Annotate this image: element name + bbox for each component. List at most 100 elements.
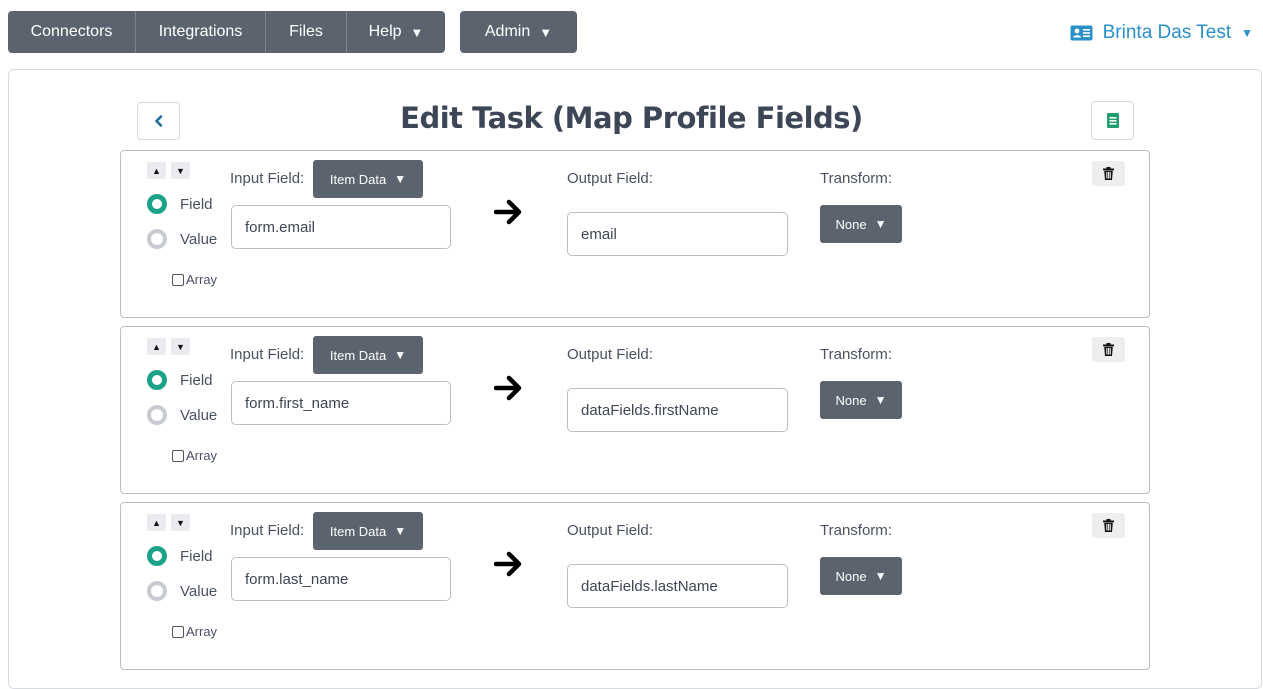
caret-down-icon: ▼ xyxy=(539,24,553,40)
user-menu[interactable]: Brinta Das Test ▼ xyxy=(1070,22,1253,44)
caret-down-icon: ▼ xyxy=(394,172,407,186)
arrow-right-icon xyxy=(494,551,522,577)
nav-help-label: Help xyxy=(368,23,402,40)
arrow-right-icon xyxy=(494,199,522,225)
transform-value: None xyxy=(835,568,867,584)
field-radio-label: Field xyxy=(180,195,213,213)
delete-button[interactable] xyxy=(1092,513,1125,538)
value-radio-label: Value xyxy=(180,406,218,424)
output-field-input[interactable] xyxy=(567,212,788,256)
input-source-dropdown[interactable]: Item Data ▼ xyxy=(313,336,423,374)
transform-dropdown[interactable]: None ▼ xyxy=(820,381,902,419)
mapping-row: ▲ ▼ Field Value Array Input Field: Item … xyxy=(120,502,1150,670)
nav-connectors[interactable]: Connectors xyxy=(8,11,136,53)
move-down-button[interactable]: ▼ xyxy=(171,514,190,531)
output-field-input[interactable] xyxy=(567,388,788,432)
input-source-dropdown[interactable]: Item Data ▼ xyxy=(313,160,423,198)
caret-down-icon: ▼ xyxy=(410,24,424,40)
transform-dropdown[interactable]: None ▼ xyxy=(820,205,902,243)
transform-label: Transform: xyxy=(820,170,892,187)
input-field-input[interactable] xyxy=(231,381,451,425)
radio-selected-icon xyxy=(147,370,167,390)
field-radio[interactable]: Field xyxy=(147,546,213,566)
array-checkbox[interactable]: Array xyxy=(172,272,217,287)
caret-down-icon: ▼ xyxy=(176,165,185,176)
array-checkbox[interactable]: Array xyxy=(172,448,217,463)
nav-files[interactable]: Files xyxy=(266,11,347,53)
transform-dropdown[interactable]: None ▼ xyxy=(820,557,902,595)
radio-unselected-icon xyxy=(147,581,167,601)
move-up-button[interactable]: ▲ xyxy=(147,338,166,355)
output-field-input[interactable] xyxy=(567,564,788,608)
transform-label: Transform: xyxy=(820,522,892,539)
id-card-icon xyxy=(1070,25,1093,41)
radio-unselected-icon xyxy=(147,229,167,249)
input-source-dropdown[interactable]: Item Data ▼ xyxy=(313,512,423,550)
trash-icon xyxy=(1103,167,1114,180)
main-nav: Connectors Integrations Files Help ▼ xyxy=(8,11,445,53)
input-field-label: Input Field: xyxy=(230,170,305,187)
transform-value: None xyxy=(835,392,867,408)
caret-up-icon: ▲ xyxy=(152,517,161,528)
radio-unselected-icon xyxy=(147,405,167,425)
move-up-button[interactable]: ▲ xyxy=(147,514,166,531)
input-field-label: Input Field: xyxy=(230,346,305,363)
radio-selected-icon xyxy=(147,546,167,566)
checkbox-icon xyxy=(172,625,184,638)
page-title: Edit Task (Map Profile Fields) xyxy=(400,101,863,135)
input-field-input[interactable] xyxy=(231,205,451,249)
field-radio-label: Field xyxy=(180,547,213,565)
output-field-label: Output Field: xyxy=(567,522,653,539)
array-label: Array xyxy=(186,272,218,287)
value-radio[interactable]: Value xyxy=(147,581,217,601)
input-source-value: Item Data xyxy=(329,523,387,539)
move-down-button[interactable]: ▼ xyxy=(171,162,190,179)
nav-help[interactable]: Help ▼ xyxy=(347,11,445,53)
admin-menu-button[interactable]: Admin ▼ xyxy=(460,11,577,53)
admin-label: Admin xyxy=(484,23,531,40)
checkbox-icon xyxy=(172,273,184,286)
caret-down-icon: ▼ xyxy=(176,341,185,352)
document-icon xyxy=(1106,113,1119,128)
nav-integrations[interactable]: Integrations xyxy=(136,11,266,53)
field-radio-label: Field xyxy=(180,371,213,389)
caret-down-icon: ▼ xyxy=(874,393,887,407)
input-field-input[interactable] xyxy=(231,557,451,601)
caret-down-icon: ▼ xyxy=(394,348,407,362)
move-down-button[interactable]: ▼ xyxy=(171,338,190,355)
caret-up-icon: ▲ xyxy=(152,165,161,176)
trash-icon xyxy=(1103,519,1114,532)
delete-button[interactable] xyxy=(1092,337,1125,362)
input-field-label: Input Field: xyxy=(230,522,305,539)
delete-button[interactable] xyxy=(1092,161,1125,186)
mapping-row: ▲ ▼ Field Value Array Input Field: Item … xyxy=(120,326,1150,494)
field-radio[interactable]: Field xyxy=(147,194,213,214)
caret-up-icon: ▲ xyxy=(152,341,161,352)
caret-down-icon: ▼ xyxy=(874,569,887,583)
caret-down-icon: ▼ xyxy=(874,217,887,231)
array-label: Array xyxy=(186,624,218,639)
field-radio[interactable]: Field xyxy=(147,370,213,390)
arrow-right-icon xyxy=(494,375,522,401)
checkbox-icon xyxy=(172,449,184,462)
array-checkbox[interactable]: Array xyxy=(172,624,217,639)
trash-icon xyxy=(1103,343,1114,356)
move-up-button[interactable]: ▲ xyxy=(147,162,166,179)
value-radio-label: Value xyxy=(180,582,218,600)
value-radio[interactable]: Value xyxy=(147,405,217,425)
transform-value: None xyxy=(835,216,867,232)
output-field-label: Output Field: xyxy=(567,170,653,187)
user-name: Brinta Das Test xyxy=(1102,22,1232,43)
transform-label: Transform: xyxy=(820,346,892,363)
value-radio-label: Value xyxy=(180,230,218,248)
value-radio[interactable]: Value xyxy=(147,229,217,249)
input-source-value: Item Data xyxy=(329,347,387,363)
input-source-value: Item Data xyxy=(329,171,387,187)
document-button[interactable] xyxy=(1091,101,1134,140)
radio-selected-icon xyxy=(147,194,167,214)
caret-down-icon: ▼ xyxy=(394,524,407,538)
mapping-row: ▲ ▼ Field Value Array Input Field: Item … xyxy=(120,150,1150,318)
output-field-label: Output Field: xyxy=(567,346,653,363)
caret-down-icon: ▼ xyxy=(176,517,185,528)
array-label: Array xyxy=(186,448,218,463)
